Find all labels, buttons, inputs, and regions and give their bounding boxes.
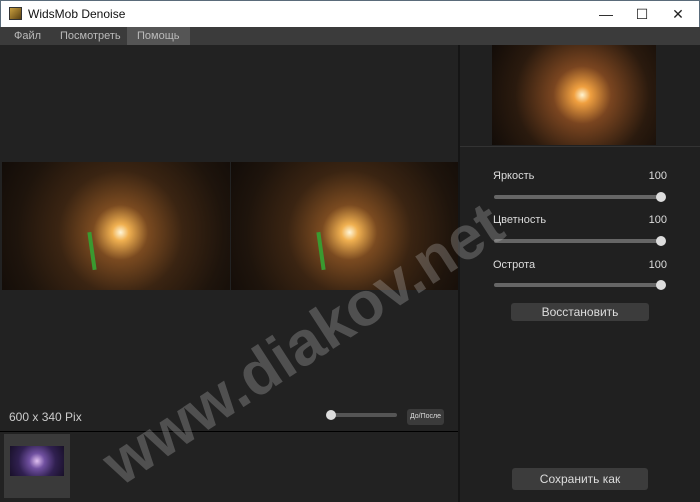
panel-divider — [458, 45, 460, 502]
saturation-label: Цветность — [493, 214, 547, 226]
sparkler-stick — [87, 231, 97, 271]
filmstrip-thumbnail — [10, 446, 64, 476]
brightness-slider[interactable] — [494, 192, 666, 202]
before-after-button[interactable]: До/После — [407, 409, 444, 425]
navigator-thumbnail — [492, 45, 656, 145]
saturation-slider[interactable] — [494, 236, 666, 246]
title-bar: WidsMob Denoise — ☐ ✕ — [0, 0, 700, 27]
saturation-value: 100 — [648, 214, 667, 226]
sharpness-slider[interactable] — [494, 280, 666, 290]
sparkler-stick — [316, 231, 326, 271]
divider — [0, 431, 458, 432]
close-button[interactable]: ✕ — [655, 1, 700, 28]
brightness-label: Яркость — [493, 170, 535, 182]
window-title: WidsMob Denoise — [28, 7, 126, 21]
saturation-slider-handle[interactable] — [656, 236, 666, 246]
divider — [460, 146, 700, 147]
sharpness-label: Острота — [493, 259, 536, 271]
menu-view[interactable]: Посмотреть — [50, 27, 131, 45]
original-image — [2, 162, 230, 290]
menu-help[interactable]: Помощь — [127, 27, 190, 45]
reset-button[interactable]: Восстановить — [511, 303, 649, 321]
denoised-image — [231, 162, 459, 290]
app-icon — [9, 7, 22, 20]
save-as-button[interactable]: Сохранить как — [512, 468, 648, 490]
menu-bar: Файл Посмотреть Помощь — [0, 27, 700, 45]
menu-file[interactable]: Файл — [4, 27, 51, 45]
brightness-value: 100 — [648, 170, 667, 182]
zoom-slider-handle[interactable] — [326, 410, 336, 420]
filmstrip-item[interactable] — [4, 434, 70, 498]
zoom-slider[interactable] — [326, 410, 397, 420]
sharpness-slider-handle[interactable] — [656, 280, 666, 290]
sharpness-value: 100 — [648, 259, 667, 271]
brightness-slider-handle[interactable] — [656, 192, 666, 202]
image-resolution: 600 x 340 Pix — [9, 410, 82, 424]
